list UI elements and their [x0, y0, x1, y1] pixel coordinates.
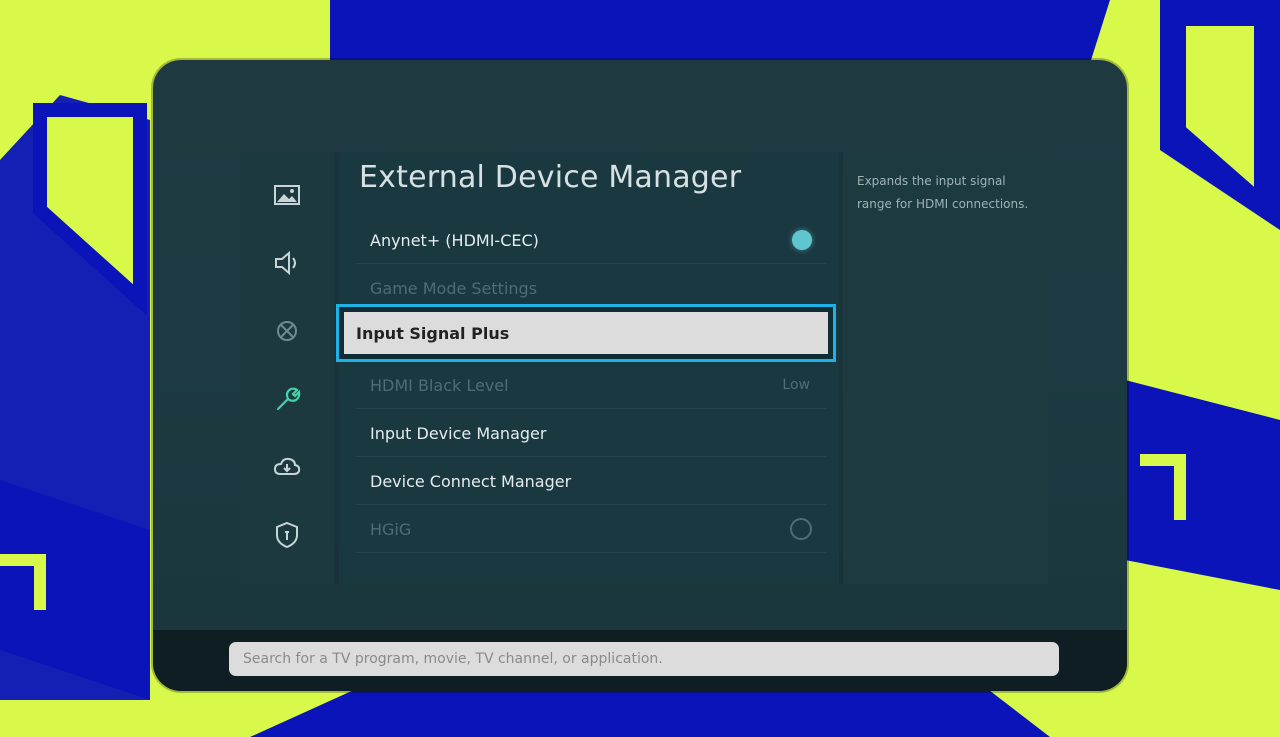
help-description: Expands the input signal range for HDMI …: [857, 174, 1029, 211]
toggle-off-indicator: [790, 518, 812, 540]
menu-item-label: HDMI Black Level: [370, 375, 509, 395]
menu-item-input-signal-plus[interactable]: Input Signal Plus: [336, 304, 836, 362]
menu-item-label: Device Connect Manager: [370, 471, 572, 491]
menu-item-label: Input Signal Plus: [356, 323, 510, 343]
menu-item-value: Low: [782, 377, 810, 393]
sound-icon[interactable]: [262, 238, 312, 288]
toggle-on-indicator[interactable]: [792, 230, 812, 250]
menu-item-label: Input Device Manager: [370, 423, 547, 443]
picture-icon[interactable]: [262, 170, 312, 220]
privacy-shield-icon[interactable]: [262, 510, 312, 560]
menu-item-hdmi-black-level: HDMI Black Level Low: [356, 362, 826, 409]
menu-item-label: Anynet+ (HDMI-CEC): [370, 230, 539, 250]
broadcasting-icon[interactable]: [262, 306, 312, 356]
support-cloud-icon[interactable]: [262, 442, 312, 492]
menu-item-device-connect-manager[interactable]: Device Connect Manager: [356, 458, 826, 505]
menu-item-anynet[interactable]: Anynet+ (HDMI-CEC): [356, 217, 826, 264]
search-bar[interactable]: [229, 642, 1059, 676]
menu-item-hgig: HGiG: [356, 506, 826, 553]
menu-item-input-device-manager[interactable]: Input Device Manager: [356, 410, 826, 457]
settings-category-rail: [240, 152, 334, 584]
focused-item-highlight: Input Signal Plus: [344, 312, 828, 354]
general-wrench-icon[interactable]: [262, 374, 312, 424]
help-panel: [843, 152, 1048, 584]
search-input[interactable]: [229, 650, 1059, 668]
page-title: External Device Manager: [359, 160, 742, 195]
menu-item-label: Game Mode Settings: [370, 278, 538, 298]
menu-item-label: HGiG: [370, 519, 412, 539]
tv-screen: External Device Manager Anynet+ (HDMI-CE…: [153, 60, 1127, 691]
